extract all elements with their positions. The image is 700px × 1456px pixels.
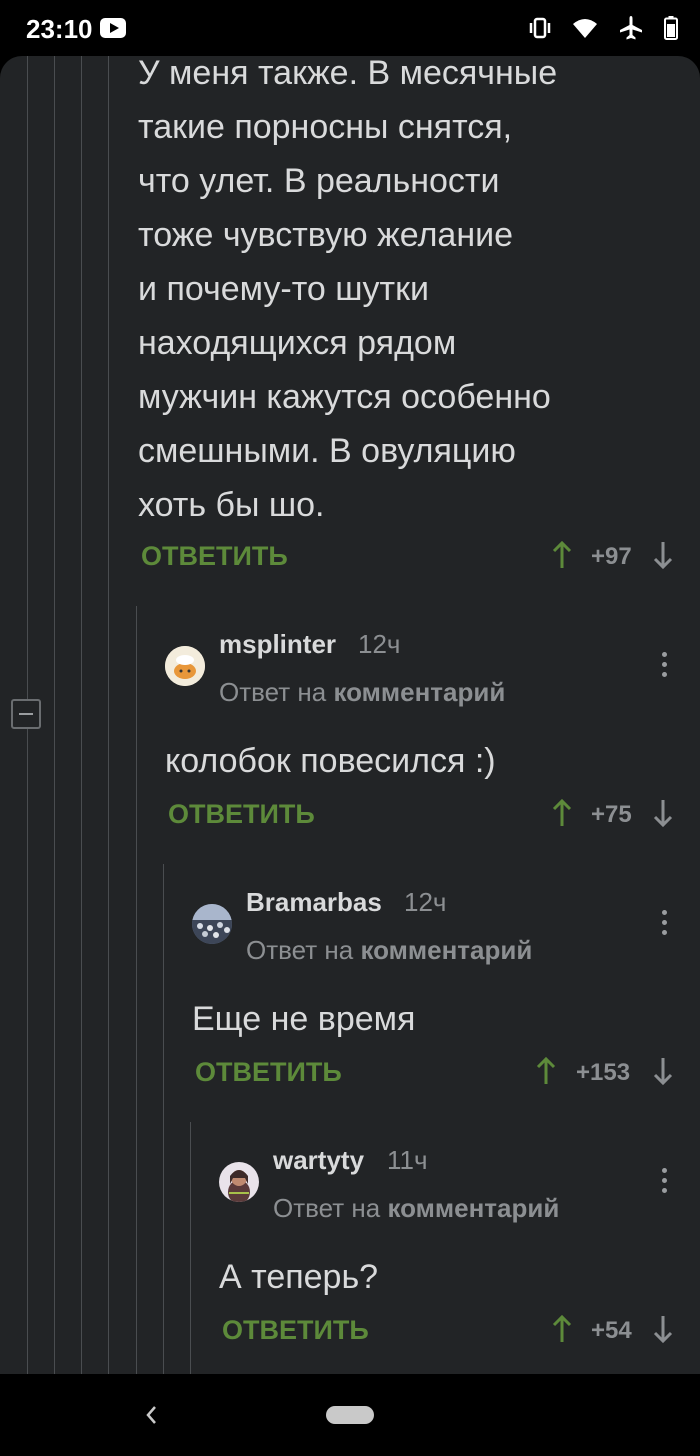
- thread-line[interactable]: [163, 864, 164, 1374]
- thread-line[interactable]: [81, 56, 82, 1374]
- more-vertical-icon[interactable]: [660, 910, 668, 938]
- reply-to-link[interactable]: Ответ на комментарий: [273, 1193, 559, 1224]
- comment-text-line: что улет. В реальности: [138, 162, 500, 200]
- thread-line[interactable]: [108, 56, 109, 1374]
- youtube-icon: [100, 18, 126, 38]
- comment-time: 11ч: [387, 1145, 428, 1175]
- reply-to-prefix: Ответ на: [273, 1193, 388, 1223]
- comment-text-line: У меня также. В месячные: [138, 56, 558, 92]
- comment-text-line: тоже чувствую желание: [138, 216, 513, 254]
- vote-score: +97: [591, 543, 632, 570]
- avatar[interactable]: [192, 904, 232, 944]
- comment-text: А теперь?: [219, 1258, 379, 1296]
- username[interactable]: Bramarbas: [246, 887, 382, 918]
- back-icon[interactable]: [140, 1398, 164, 1432]
- reply-button[interactable]: ОТВЕТИТЬ: [195, 1057, 342, 1088]
- arrow-up-icon[interactable]: [551, 540, 573, 570]
- thread-line[interactable]: [54, 56, 55, 1374]
- reply-to-target[interactable]: комментарий: [387, 1193, 559, 1223]
- system-icons: [528, 14, 678, 42]
- wifi-icon: [573, 19, 597, 38]
- username[interactable]: wartyty: [273, 1145, 364, 1176]
- comment-text-line: и почему-то шутки: [138, 270, 429, 308]
- comment-time: 12ч: [404, 887, 447, 917]
- comment-text: У меня также. В месячные такие порносны …: [138, 56, 698, 532]
- airplane-icon: [620, 16, 642, 40]
- arrow-up-icon[interactable]: [551, 1314, 573, 1344]
- reply-to-link[interactable]: Ответ на комментарий: [219, 677, 505, 708]
- reply-button[interactable]: ОТВЕТИТЬ: [222, 1315, 369, 1346]
- comment-text-line: хоть бы шо.: [138, 486, 325, 524]
- arrow-down-icon[interactable]: [652, 798, 674, 828]
- comment-text-line: смешными. В овуляцию: [138, 432, 516, 470]
- navigation-bar: [0, 1374, 700, 1456]
- status-time: 23:10: [26, 14, 93, 44]
- arrow-down-icon[interactable]: [652, 1314, 674, 1344]
- arrow-up-icon[interactable]: [551, 798, 573, 828]
- collapse-icon[interactable]: [11, 699, 41, 729]
- comment-text-line: такие порносны снятся,: [138, 108, 513, 146]
- reply-button[interactable]: ОТВЕТИТЬ: [141, 541, 288, 572]
- vote-score: +153: [576, 1059, 631, 1086]
- reply-button[interactable]: ОТВЕТИТЬ: [168, 799, 315, 830]
- comments-thread[interactable]: У меня также. В месячные такие порносны …: [0, 56, 700, 1374]
- reply-to-target[interactable]: комментарий: [333, 677, 505, 707]
- more-vertical-icon[interactable]: [660, 1168, 668, 1196]
- reply-to-target[interactable]: комментарий: [360, 935, 532, 965]
- vote-score: +75: [591, 801, 632, 828]
- comment-text-line: мужчин кажутся особенно: [138, 378, 551, 416]
- battery-icon: [664, 16, 678, 40]
- reply-to-link[interactable]: Ответ на комментарий: [246, 935, 532, 966]
- vote-score: +54: [591, 1317, 632, 1344]
- thread-line[interactable]: [136, 606, 137, 1374]
- username[interactable]: msplinter: [219, 629, 336, 660]
- comment-time: 12ч: [358, 629, 401, 659]
- comment-text: Еще не время: [192, 1000, 416, 1038]
- thread-line[interactable]: [190, 1122, 191, 1374]
- reply-to-prefix: Ответ на: [246, 935, 361, 965]
- avatar[interactable]: [219, 1162, 259, 1202]
- vibrate-icon: [529, 17, 551, 39]
- arrow-down-icon[interactable]: [652, 540, 674, 570]
- status-bar: 23:10: [0, 0, 700, 56]
- home-button[interactable]: [326, 1406, 374, 1424]
- arrow-up-icon[interactable]: [535, 1056, 557, 1086]
- arrow-down-icon[interactable]: [652, 1056, 674, 1086]
- comment-text: колобок повесился :): [165, 742, 496, 780]
- reply-to-prefix: Ответ на: [219, 677, 334, 707]
- comment-text-line: находящихся рядом: [138, 324, 457, 362]
- more-vertical-icon[interactable]: [660, 652, 668, 680]
- avatar[interactable]: [165, 646, 205, 686]
